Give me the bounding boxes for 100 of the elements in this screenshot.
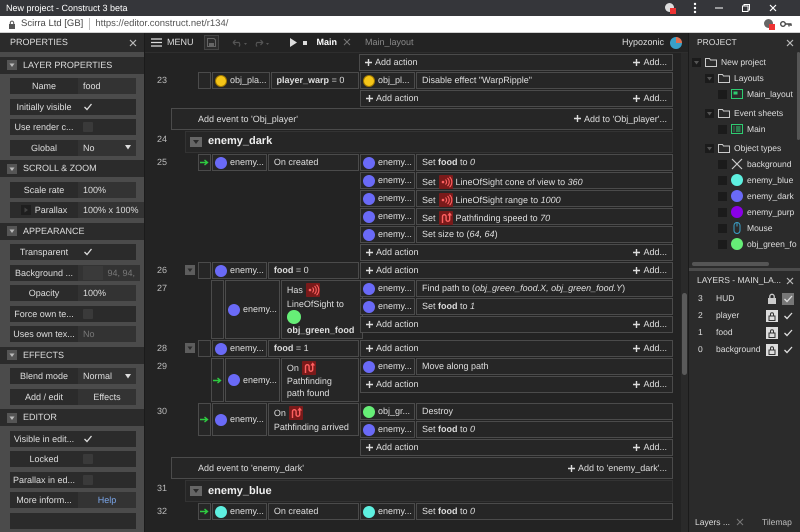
checkbox[interactable] xyxy=(83,102,93,112)
extension-icon[interactable] xyxy=(763,18,775,30)
layer-name[interactable]: background xyxy=(716,344,766,355)
tab[interactable]: Main_layout xyxy=(361,37,418,48)
folder-icon xyxy=(718,73,730,83)
section-header[interactable]: APPEARANCE xyxy=(0,222,144,240)
extension-icon[interactable] xyxy=(664,2,676,14)
lock-icon[interactable] xyxy=(766,292,778,304)
add-event-button[interactable]: Add event to 'enemy_dark' xyxy=(198,462,304,474)
path-icon xyxy=(302,361,316,376)
expand-toggle[interactable] xyxy=(705,108,714,118)
expand-toggle[interactable] xyxy=(705,144,714,152)
scrollbar[interactable] xyxy=(682,293,687,375)
tree-label[interactable]: Event sheets xyxy=(734,108,784,118)
tree-label[interactable]: enemy_blue xyxy=(747,174,794,186)
layer-name[interactable]: player xyxy=(716,310,766,321)
section-title: EDITOR xyxy=(23,412,57,423)
property-label: Visible in edit... xyxy=(12,432,76,446)
checkbox[interactable] xyxy=(83,434,93,444)
collapse-toggle[interactable] xyxy=(7,164,17,174)
tree-label[interactable]: Main_layout xyxy=(747,88,793,100)
object-name: enemy... xyxy=(230,506,264,518)
effects-button[interactable]: Effects xyxy=(78,388,136,404)
add-button[interactable]: Add... xyxy=(633,442,667,454)
tree-label[interactable]: enemy_dark xyxy=(747,190,794,202)
add-to-group-button[interactable]: Add to 'enemy_dark'... xyxy=(568,462,667,474)
save-button[interactable] xyxy=(204,35,218,50)
tree-label[interactable]: Main xyxy=(747,124,766,134)
more-icon[interactable] xyxy=(693,2,697,14)
add-action-button[interactable]: Add action xyxy=(366,93,419,104)
collapse-toggle[interactable] xyxy=(7,350,17,360)
scrollbar[interactable] xyxy=(692,262,769,266)
avatar[interactable] xyxy=(670,36,682,48)
close-icon[interactable] xyxy=(785,276,795,286)
section-header[interactable]: LAYER PROPERTIES xyxy=(0,56,144,74)
section-header[interactable]: SCROLL & ZOOM xyxy=(0,160,144,177)
collapse-toggle[interactable] xyxy=(185,343,195,354)
add-action-button[interactable]: Add action xyxy=(365,57,418,68)
property-label: Uses own tex... xyxy=(12,328,76,341)
restore-icon[interactable] xyxy=(741,3,751,13)
unlock-icon[interactable] xyxy=(766,310,778,322)
add-button[interactable]: Add... xyxy=(633,379,667,390)
dropdown[interactable]: No xyxy=(78,140,136,156)
help-link[interactable]: Help xyxy=(78,492,136,508)
unlock-icon[interactable] xyxy=(766,326,778,338)
collapse-toggle[interactable] xyxy=(7,60,17,70)
tree-label[interactable]: Layouts xyxy=(734,72,764,84)
condition-text: Pathfinding arrived xyxy=(274,420,349,433)
close-icon[interactable] xyxy=(128,38,138,48)
expand-toggle[interactable] xyxy=(692,58,701,66)
add-action-button[interactable]: Add action xyxy=(366,247,419,258)
layer-name[interactable]: HUD xyxy=(716,293,766,304)
section-header[interactable]: EDITOR xyxy=(0,409,144,426)
tree-label[interactable]: Mouse xyxy=(747,222,773,234)
add-event-button[interactable]: Add event to 'Obj_player' xyxy=(198,114,298,124)
menu-button[interactable]: MENU xyxy=(151,37,194,48)
add-button[interactable]: Add... xyxy=(633,319,667,330)
collapse-toggle[interactable] xyxy=(7,226,17,236)
add-action-button[interactable]: Add action xyxy=(366,319,419,330)
tab[interactable]: Main xyxy=(312,37,356,48)
tab[interactable]: Layers ... xyxy=(695,516,744,528)
layer-index: 1 xyxy=(698,327,704,338)
signal-icon xyxy=(306,283,320,297)
tree-label[interactable]: Object types xyxy=(734,142,782,154)
play-icon[interactable] xyxy=(288,38,296,47)
expand-toggle[interactable] xyxy=(705,74,714,82)
add-button[interactable]: Add... xyxy=(633,265,667,276)
add-action-button[interactable]: Add action xyxy=(366,343,419,354)
scrollbar[interactable] xyxy=(797,52,800,140)
section-header[interactable]: EFFECTS xyxy=(0,346,144,364)
add-button[interactable]: Add... xyxy=(633,93,667,104)
stop-icon[interactable] xyxy=(302,40,306,44)
expand-toggle[interactable] xyxy=(20,205,31,215)
tree-label[interactable]: obj_green_fo xyxy=(747,238,797,250)
close-icon[interactable] xyxy=(785,38,795,48)
collapse-toggle[interactable] xyxy=(190,486,202,496)
checkbox[interactable] xyxy=(83,247,93,257)
action-text: Set size to (64, 64) xyxy=(416,226,673,243)
add-button[interactable]: Add... xyxy=(633,57,667,68)
checkbox[interactable] xyxy=(782,292,794,304)
add-to-group-button[interactable]: Add to 'Obj_player'... xyxy=(574,114,667,124)
menu-icon xyxy=(151,38,162,47)
add-action-button[interactable]: Add action xyxy=(366,379,419,390)
add-button[interactable]: Add... xyxy=(633,247,667,258)
add-action-button[interactable]: Add action xyxy=(366,265,419,276)
tree-label[interactable]: background xyxy=(747,158,792,170)
tree-label[interactable]: New project xyxy=(721,56,766,68)
add-action-button[interactable]: Add action xyxy=(366,442,419,454)
tree-label[interactable]: enemy_purp xyxy=(747,206,794,218)
unlock-icon[interactable] xyxy=(766,344,778,356)
collapse-toggle[interactable] xyxy=(185,265,195,275)
collapse-toggle[interactable] xyxy=(190,137,202,147)
key-icon[interactable] xyxy=(780,20,792,28)
dropdown[interactable]: Normal xyxy=(78,368,136,384)
collapse-toggle[interactable] xyxy=(7,412,17,422)
add-button[interactable]: Add... xyxy=(633,343,667,354)
tab[interactable]: Tilemap xyxy=(762,516,792,528)
address-field[interactable]: https://editor.construct.net/r134/ xyxy=(95,18,228,30)
layer-name[interactable]: food xyxy=(716,327,766,338)
condition-text: Has xyxy=(286,284,303,296)
